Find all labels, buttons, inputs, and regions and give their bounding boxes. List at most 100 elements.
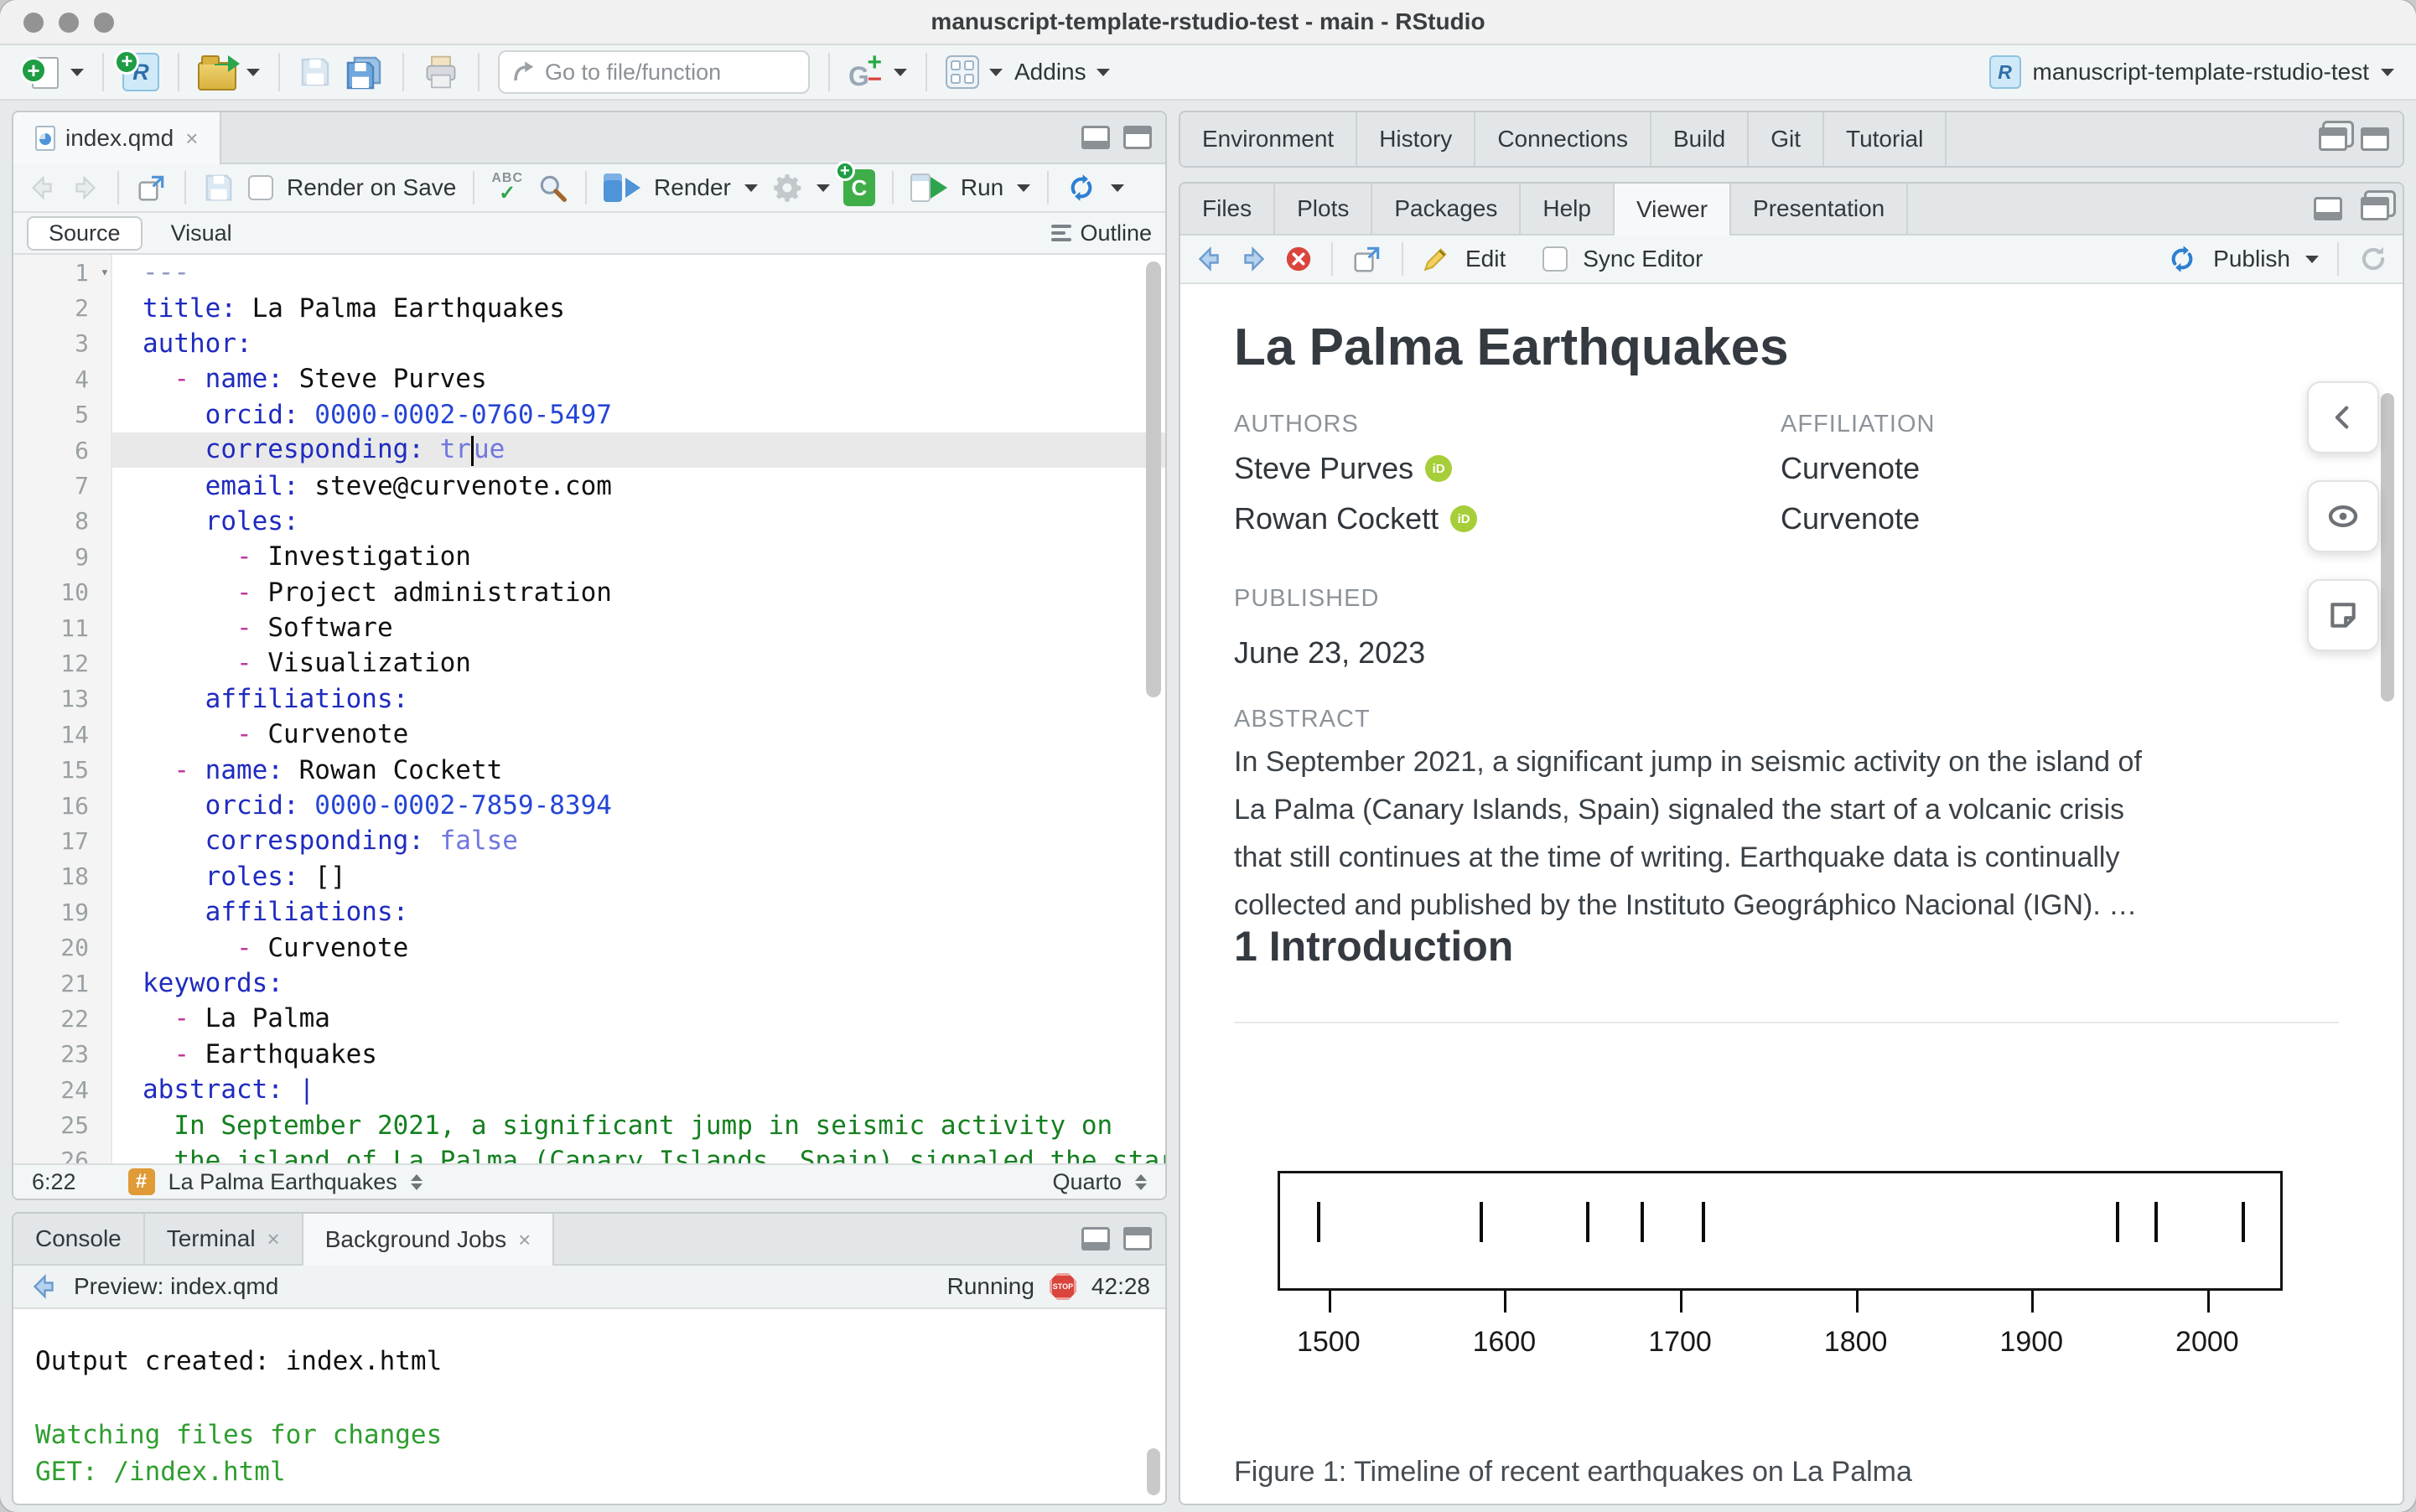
print-button[interactable] <box>423 54 459 91</box>
tab-source[interactable]: Source <box>27 215 143 251</box>
minimize-pane-icon[interactable] <box>1081 1227 1110 1251</box>
line-number[interactable]: 13 <box>13 681 112 717</box>
line-number[interactable]: 5 <box>13 396 112 432</box>
tab-history[interactable]: History <box>1357 112 1476 166</box>
goto-file-search[interactable] <box>498 50 810 94</box>
line-number[interactable]: 15 <box>13 752 112 788</box>
panes-dropdown-icon[interactable] <box>989 68 1003 76</box>
popout-icon[interactable] <box>1351 243 1383 275</box>
file-type-selector[interactable]: Quarto <box>1052 1169 1122 1195</box>
addins-button[interactable]: Addins <box>1014 59 1110 85</box>
viewer-scrollbar[interactable] <box>2381 393 2394 702</box>
version-control-button[interactable]: G + − <box>848 49 907 93</box>
run-dropdown-icon[interactable] <box>1017 184 1031 192</box>
forward-icon[interactable] <box>1239 244 1269 274</box>
fold-arrow-icon[interactable]: ▾ <box>101 264 109 281</box>
tab-presentation[interactable]: Presentation <box>1731 184 1909 234</box>
line-number[interactable]: 4 <box>13 361 112 397</box>
publish-label[interactable]: Publish <box>2213 246 2290 272</box>
line-number[interactable]: 21 <box>13 965 112 1002</box>
close-window-button[interactable] <box>23 13 44 33</box>
rerun-icon[interactable] <box>1065 172 1097 204</box>
open-dropdown-icon[interactable] <box>246 68 260 76</box>
orcid-icon[interactable]: iD <box>1425 455 1453 482</box>
render-icon[interactable] <box>604 173 641 202</box>
line-number[interactable]: 11 <box>13 609 112 646</box>
line-number[interactable]: 2 <box>13 290 112 326</box>
tab-background-jobs[interactable]: Background Jobs × <box>303 1214 555 1266</box>
publish-icon[interactable] <box>2166 243 2198 275</box>
close-icon[interactable]: × <box>518 1227 531 1253</box>
restore-pane-icon[interactable] <box>2319 127 2347 151</box>
git-dropdown-icon[interactable] <box>894 68 907 76</box>
open-file-button[interactable] <box>198 54 260 91</box>
restore-pane-icon[interactable] <box>2361 197 2389 220</box>
line-number[interactable]: 16 <box>13 787 112 824</box>
line-number[interactable]: 14 <box>13 717 112 753</box>
line-number[interactable]: 18 <box>13 858 112 895</box>
visibility-button[interactable] <box>2307 480 2379 552</box>
tab-git[interactable]: Git <box>1749 112 1825 166</box>
refresh-icon[interactable] <box>2357 243 2389 275</box>
render-label[interactable]: Render <box>654 174 731 201</box>
back-icon[interactable] <box>29 1271 59 1302</box>
run-label[interactable]: Run <box>961 174 1003 201</box>
outline-button[interactable]: Outline <box>1051 220 1152 246</box>
line-number[interactable]: 8 <box>13 503 112 540</box>
rerun-dropdown-icon[interactable] <box>1111 184 1125 192</box>
line-number[interactable]: 3 <box>13 325 112 362</box>
publish-dropdown-icon[interactable] <box>2305 255 2319 263</box>
tab-visual[interactable]: Visual <box>149 218 254 249</box>
close-icon[interactable]: × <box>185 126 198 152</box>
minimize-pane-icon[interactable] <box>2314 197 2342 220</box>
tab-environment[interactable]: Environment <box>1180 112 1358 166</box>
annotation-button[interactable] <box>2307 579 2379 651</box>
tab-console[interactable]: Console <box>13 1214 145 1264</box>
clear-viewer-icon[interactable] <box>1284 245 1313 273</box>
tab-plots[interactable]: Plots <box>1275 184 1373 234</box>
line-number[interactable]: 12 <box>13 645 112 681</box>
tab-connections[interactable]: Connections <box>1475 112 1651 166</box>
code-editor[interactable]: 1 ▾ --- 2 title: La Palma Earthquakes 3 author… <box>13 255 1165 1167</box>
line-number[interactable]: 10 <box>13 574 112 610</box>
new-file-dropdown-icon[interactable] <box>70 68 84 76</box>
sync-editor-checkbox[interactable] <box>1542 246 1568 272</box>
new-file-button[interactable]: + <box>20 52 84 92</box>
save-all-button[interactable] <box>344 54 384 91</box>
line-number[interactable]: 23 <box>13 1036 112 1072</box>
forward-icon[interactable] <box>70 173 101 203</box>
gear-icon[interactable] <box>771 172 803 204</box>
section-updown-icon[interactable] <box>410 1173 423 1190</box>
line-number[interactable]: 6 <box>13 432 112 469</box>
tab-viewer[interactable]: Viewer <box>1614 184 1732 236</box>
stop-job-icon[interactable]: STOP <box>1049 1273 1076 1300</box>
console-scrollbar[interactable] <box>1147 1448 1160 1495</box>
edit-pencil-icon[interactable] <box>1422 245 1450 273</box>
line-number[interactable]: 1 ▾ <box>13 255 112 291</box>
tab-help[interactable]: Help <box>1521 184 1615 234</box>
project-selector[interactable]: R manuscript-template-rstudio-test <box>1988 55 2394 89</box>
line-number[interactable]: 24 <box>13 1071 112 1108</box>
line-number[interactable]: 25 <box>13 1107 112 1143</box>
minimize-pane-icon[interactable] <box>1081 126 1110 149</box>
maximize-pane-icon[interactable] <box>2361 127 2389 151</box>
line-number[interactable]: 19 <box>13 894 112 930</box>
orcid-icon[interactable]: iD <box>1450 505 1478 532</box>
line-number[interactable]: 22 <box>13 1001 112 1037</box>
back-icon[interactable] <box>27 173 57 203</box>
new-project-button[interactable]: + R <box>114 49 159 91</box>
tab-packages[interactable]: Packages <box>1372 184 1522 234</box>
zoom-window-button[interactable] <box>94 13 114 33</box>
edit-label[interactable]: Edit <box>1465 246 1506 272</box>
collapse-panel-button[interactable] <box>2307 381 2379 453</box>
tab-index-qmd[interactable]: index.qmd × <box>13 112 222 164</box>
maximize-pane-icon[interactable] <box>1123 126 1152 149</box>
maximize-pane-icon[interactable] <box>1123 1227 1152 1251</box>
line-number[interactable]: 20 <box>13 929 112 966</box>
back-icon[interactable] <box>1194 244 1224 274</box>
tab-terminal[interactable]: Terminal × <box>145 1214 303 1264</box>
spellcheck-icon[interactable]: ABC ✓ <box>491 172 523 204</box>
render-on-save-checkbox[interactable] <box>248 175 273 200</box>
workspace-panes-button[interactable] <box>946 55 1003 89</box>
goto-file-input[interactable] <box>545 59 788 85</box>
